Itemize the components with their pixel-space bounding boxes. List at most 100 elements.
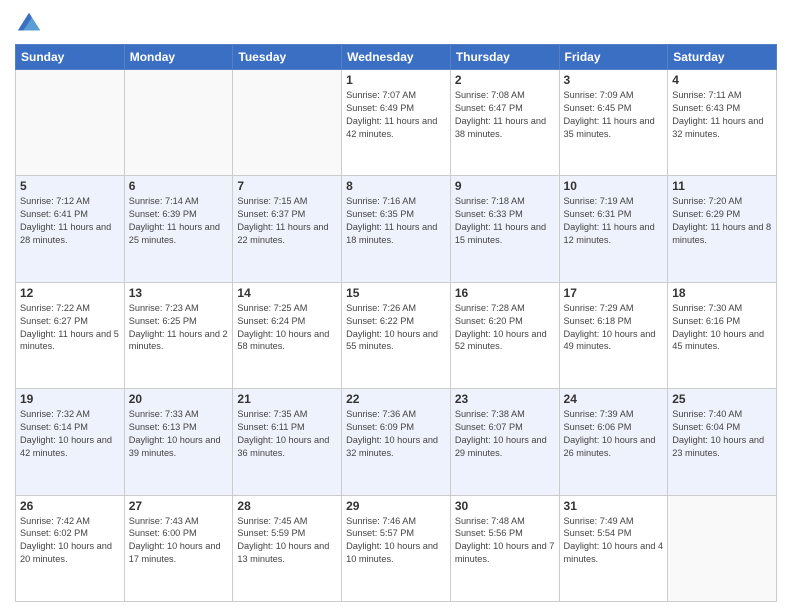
- calendar-cell: [668, 495, 777, 601]
- day-info: Sunrise: 7:25 AMSunset: 6:24 PMDaylight:…: [237, 302, 337, 354]
- day-info: Sunrise: 7:16 AMSunset: 6:35 PMDaylight:…: [346, 195, 446, 247]
- calendar-cell: [124, 70, 233, 176]
- day-info: Sunrise: 7:39 AMSunset: 6:06 PMDaylight:…: [564, 408, 664, 460]
- day-info: Sunrise: 7:23 AMSunset: 6:25 PMDaylight:…: [129, 302, 229, 354]
- calendar-cell: 19 Sunrise: 7:32 AMSunset: 6:14 PMDayligh…: [16, 389, 125, 495]
- calendar-header-saturday: Saturday: [668, 45, 777, 70]
- calendar-cell: [16, 70, 125, 176]
- day-number: 4: [672, 73, 772, 87]
- calendar-cell: 16 Sunrise: 7:28 AMSunset: 6:20 PMDayligh…: [450, 282, 559, 388]
- day-info: Sunrise: 7:20 AMSunset: 6:29 PMDaylight:…: [672, 195, 772, 247]
- day-number: 24: [564, 392, 664, 406]
- day-number: 21: [237, 392, 337, 406]
- calendar-cell: 17 Sunrise: 7:29 AMSunset: 6:18 PMDayligh…: [559, 282, 668, 388]
- calendar-cell: 20 Sunrise: 7:33 AMSunset: 6:13 PMDayligh…: [124, 389, 233, 495]
- day-number: 16: [455, 286, 555, 300]
- day-info: Sunrise: 7:18 AMSunset: 6:33 PMDaylight:…: [455, 195, 555, 247]
- logo: [15, 10, 47, 38]
- page: SundayMondayTuesdayWednesdayThursdayFrid…: [0, 0, 792, 612]
- calendar-cell: 11 Sunrise: 7:20 AMSunset: 6:29 PMDayligh…: [668, 176, 777, 282]
- day-info: Sunrise: 7:33 AMSunset: 6:13 PMDaylight:…: [129, 408, 229, 460]
- calendar-week-5: 26 Sunrise: 7:42 AMSunset: 6:02 PMDayligh…: [16, 495, 777, 601]
- day-number: 11: [672, 179, 772, 193]
- day-info: Sunrise: 7:30 AMSunset: 6:16 PMDaylight:…: [672, 302, 772, 354]
- day-info: Sunrise: 7:12 AMSunset: 6:41 PMDaylight:…: [20, 195, 120, 247]
- day-number: 26: [20, 499, 120, 513]
- calendar-cell: 23 Sunrise: 7:38 AMSunset: 6:07 PMDayligh…: [450, 389, 559, 495]
- calendar-cell: 12 Sunrise: 7:22 AMSunset: 6:27 PMDayligh…: [16, 282, 125, 388]
- day-number: 1: [346, 73, 446, 87]
- calendar-cell: [233, 70, 342, 176]
- day-info: Sunrise: 7:32 AMSunset: 6:14 PMDaylight:…: [20, 408, 120, 460]
- calendar-cell: 25 Sunrise: 7:40 AMSunset: 6:04 PMDayligh…: [668, 389, 777, 495]
- day-number: 28: [237, 499, 337, 513]
- day-info: Sunrise: 7:15 AMSunset: 6:37 PMDaylight:…: [237, 195, 337, 247]
- calendar-cell: 27Sunrise: 7:43 AMSunset: 6:00 PMDayligh…: [124, 495, 233, 601]
- calendar-cell: 31Sunrise: 7:49 AMSunset: 5:54 PMDayligh…: [559, 495, 668, 601]
- day-info: Sunrise: 7:07 AMSunset: 6:49 PMDaylight:…: [346, 89, 446, 141]
- day-info: Sunrise: 7:22 AMSunset: 6:27 PMDaylight:…: [20, 302, 120, 354]
- calendar-cell: 8 Sunrise: 7:16 AMSunset: 6:35 PMDaylight…: [342, 176, 451, 282]
- calendar-cell: 18 Sunrise: 7:30 AMSunset: 6:16 PMDayligh…: [668, 282, 777, 388]
- calendar-header-wednesday: Wednesday: [342, 45, 451, 70]
- day-number: 12: [20, 286, 120, 300]
- day-info: Sunrise: 7:35 AMSunset: 6:11 PMDaylight:…: [237, 408, 337, 460]
- day-info: Sunrise: 7:48 AMSunset: 5:56 PMDaylight:…: [455, 515, 555, 567]
- calendar-cell: 3 Sunrise: 7:09 AMSunset: 6:45 PMDaylight…: [559, 70, 668, 176]
- calendar-week-4: 19 Sunrise: 7:32 AMSunset: 6:14 PMDayligh…: [16, 389, 777, 495]
- calendar-cell: 7 Sunrise: 7:15 AMSunset: 6:37 PMDaylight…: [233, 176, 342, 282]
- day-info: Sunrise: 7:19 AMSunset: 6:31 PMDaylight:…: [564, 195, 664, 247]
- calendar-header-row: SundayMondayTuesdayWednesdayThursdayFrid…: [16, 45, 777, 70]
- day-info: Sunrise: 7:36 AMSunset: 6:09 PMDaylight:…: [346, 408, 446, 460]
- day-number: 14: [237, 286, 337, 300]
- day-info: Sunrise: 7:45 AMSunset: 5:59 PMDaylight:…: [237, 515, 337, 567]
- day-info: Sunrise: 7:26 AMSunset: 6:22 PMDaylight:…: [346, 302, 446, 354]
- calendar-week-3: 12 Sunrise: 7:22 AMSunset: 6:27 PMDayligh…: [16, 282, 777, 388]
- day-number: 2: [455, 73, 555, 87]
- day-number: 18: [672, 286, 772, 300]
- day-info: Sunrise: 7:14 AMSunset: 6:39 PMDaylight:…: [129, 195, 229, 247]
- calendar-cell: 21 Sunrise: 7:35 AMSunset: 6:11 PMDayligh…: [233, 389, 342, 495]
- calendar-header-friday: Friday: [559, 45, 668, 70]
- day-number: 27: [129, 499, 229, 513]
- calendar-header-thursday: Thursday: [450, 45, 559, 70]
- calendar-cell: 2 Sunrise: 7:08 AMSunset: 6:47 PMDaylight…: [450, 70, 559, 176]
- day-info: Sunrise: 7:40 AMSunset: 6:04 PMDaylight:…: [672, 408, 772, 460]
- logo-icon: [15, 10, 43, 38]
- calendar-cell: 4 Sunrise: 7:11 AMSunset: 6:43 PMDaylight…: [668, 70, 777, 176]
- day-info: Sunrise: 7:09 AMSunset: 6:45 PMDaylight:…: [564, 89, 664, 141]
- day-number: 5: [20, 179, 120, 193]
- day-number: 30: [455, 499, 555, 513]
- day-number: 20: [129, 392, 229, 406]
- day-number: 25: [672, 392, 772, 406]
- day-info: Sunrise: 7:28 AMSunset: 6:20 PMDaylight:…: [455, 302, 555, 354]
- day-number: 15: [346, 286, 446, 300]
- day-number: 6: [129, 179, 229, 193]
- calendar-cell: 29Sunrise: 7:46 AMSunset: 5:57 PMDayligh…: [342, 495, 451, 601]
- header: [15, 10, 777, 38]
- day-info: Sunrise: 7:11 AMSunset: 6:43 PMDaylight:…: [672, 89, 772, 141]
- day-info: Sunrise: 7:38 AMSunset: 6:07 PMDaylight:…: [455, 408, 555, 460]
- day-number: 19: [20, 392, 120, 406]
- day-number: 17: [564, 286, 664, 300]
- day-number: 8: [346, 179, 446, 193]
- calendar-cell: 30 Sunrise: 7:48 AMSunset: 5:56 PMDayligh…: [450, 495, 559, 601]
- day-number: 31: [564, 499, 664, 513]
- calendar-cell: 13 Sunrise: 7:23 AMSunset: 6:25 PMDayligh…: [124, 282, 233, 388]
- calendar-cell: 15 Sunrise: 7:26 AMSunset: 6:22 PMDayligh…: [342, 282, 451, 388]
- calendar-cell: 5 Sunrise: 7:12 AMSunset: 6:41 PMDaylight…: [16, 176, 125, 282]
- calendar-week-1: 1 Sunrise: 7:07 AMSunset: 6:49 PMDaylight…: [16, 70, 777, 176]
- day-number: 3: [564, 73, 664, 87]
- day-number: 7: [237, 179, 337, 193]
- day-number: 23: [455, 392, 555, 406]
- day-info: Sunrise: 7:08 AMSunset: 6:47 PMDaylight:…: [455, 89, 555, 141]
- calendar-cell: 24 Sunrise: 7:39 AMSunset: 6:06 PMDayligh…: [559, 389, 668, 495]
- day-info: Sunrise: 7:42 AMSunset: 6:02 PMDaylight:…: [20, 515, 120, 567]
- calendar-cell: 26 Sunrise: 7:42 AMSunset: 6:02 PMDayligh…: [16, 495, 125, 601]
- day-info: Sunrise: 7:29 AMSunset: 6:18 PMDaylight:…: [564, 302, 664, 354]
- day-info: Sunrise: 7:46 AMSunset: 5:57 PMDaylight:…: [346, 515, 446, 567]
- day-number: 13: [129, 286, 229, 300]
- calendar-header-sunday: Sunday: [16, 45, 125, 70]
- calendar-cell: 22Sunrise: 7:36 AMSunset: 6:09 PMDayligh…: [342, 389, 451, 495]
- calendar-table: SundayMondayTuesdayWednesdayThursdayFrid…: [15, 44, 777, 602]
